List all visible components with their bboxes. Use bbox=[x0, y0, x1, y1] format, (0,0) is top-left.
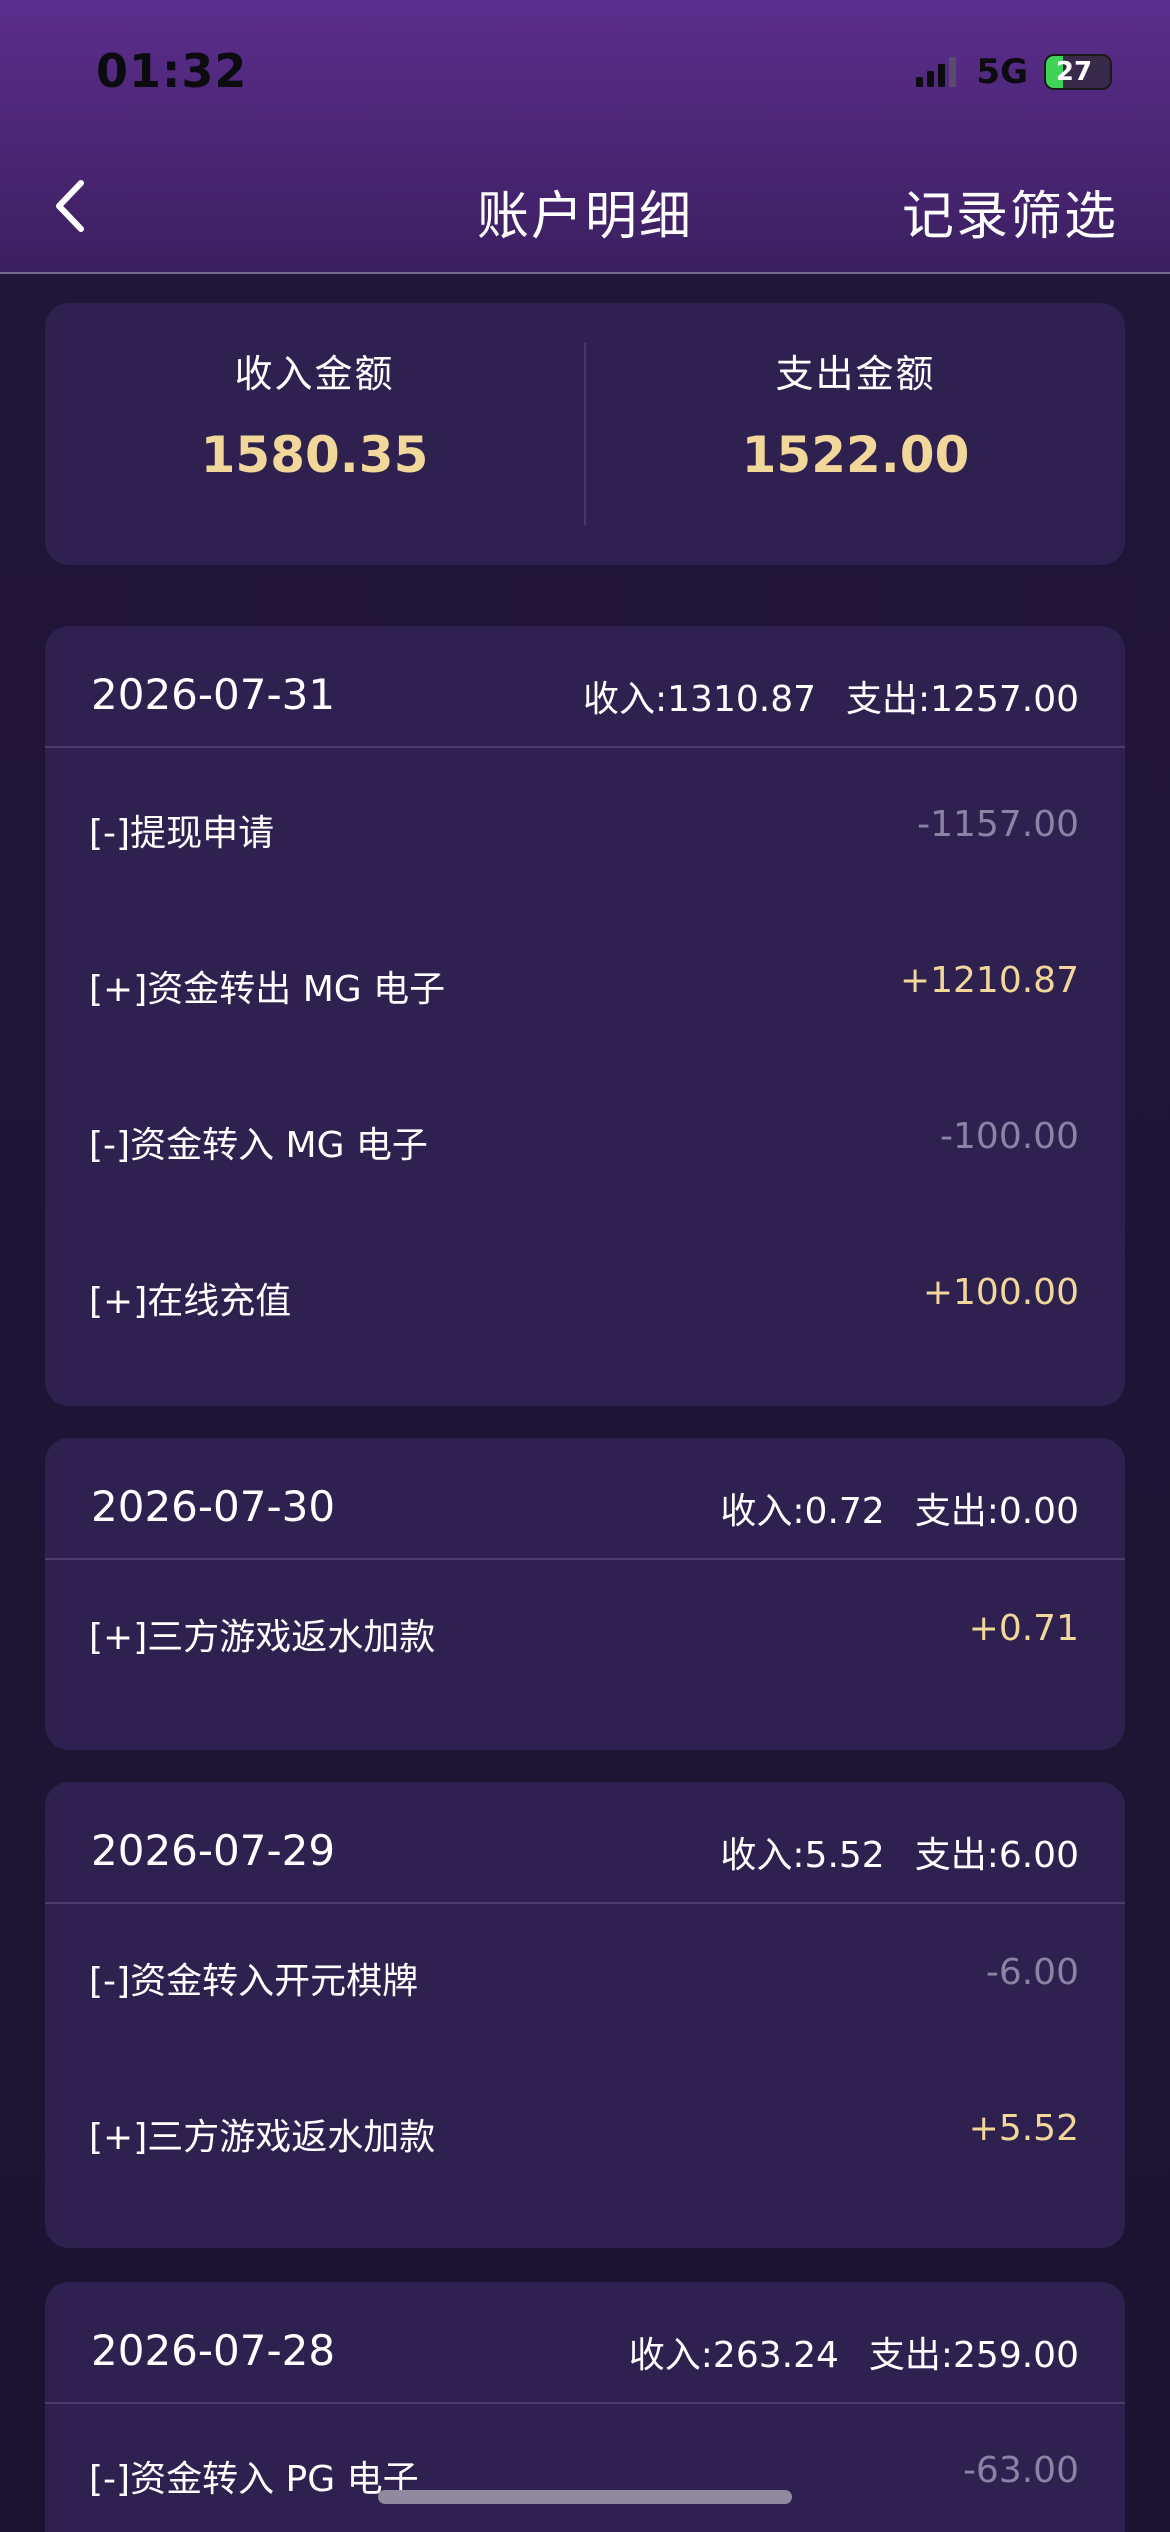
income-summary: 收入金额 1580.35 bbox=[45, 303, 584, 565]
day-totals: 收入:1310.87 支出:1257.00 bbox=[583, 670, 1079, 722]
transaction-amount: -6.00 bbox=[985, 1952, 1079, 1993]
transaction-row[interactable]: [+]三方游戏返水加款 +0.71 bbox=[45, 1560, 1125, 1716]
transaction-label: [-]资金转入 PG 电子 bbox=[89, 2459, 419, 2500]
expense-value: 1522.00 bbox=[741, 426, 970, 484]
day-date: 2026-07-28 bbox=[91, 2326, 336, 2375]
transaction-row[interactable]: [-]资金转入 PG 电子 -63.00 bbox=[45, 2404, 1125, 2532]
status-time: 01:32 bbox=[96, 44, 248, 98]
summary-card: 收入金额 1580.35 支出金额 1522.00 bbox=[45, 303, 1125, 565]
transaction-row[interactable]: [-]资金转入开元棋牌 -6.00 bbox=[45, 1904, 1125, 2060]
day-expense: 支出:0.00 bbox=[914, 1491, 1079, 1532]
transaction-amount: +100.00 bbox=[922, 1272, 1079, 1313]
day-header: 2026-07-28 收入:263.24 支出:259.00 bbox=[45, 2282, 1125, 2404]
transaction-row[interactable]: [+]资金转出 MG 电子 +1210.87 bbox=[45, 904, 1125, 1060]
transaction-amount: -63.00 bbox=[962, 2450, 1079, 2491]
day-group: 2026-07-31 收入:1310.87 支出:1257.00 [-]提现申请… bbox=[45, 626, 1125, 1406]
income-value: 1580.35 bbox=[200, 426, 429, 484]
transaction-label: [-]资金转入 MG 电子 bbox=[89, 1125, 428, 1166]
day-group: 2026-07-29 收入:5.52 支出:6.00 [-]资金转入开元棋牌 -… bbox=[45, 1782, 1125, 2248]
day-totals: 收入:263.24 支出:259.00 bbox=[629, 2326, 1079, 2378]
day-expense: 支出:6.00 bbox=[914, 1835, 1079, 1876]
home-indicator[interactable] bbox=[378, 2490, 792, 2504]
transaction-amount: +0.71 bbox=[968, 1608, 1079, 1649]
header: 01:32 5G 27 账户明细 记录筛选 bbox=[0, 0, 1170, 274]
transaction-amount: -100.00 bbox=[940, 1116, 1079, 1157]
day-totals: 收入:5.52 支出:6.00 bbox=[720, 1826, 1079, 1878]
transaction-label: [+]三方游戏返水加款 bbox=[89, 1617, 436, 1658]
day-totals: 收入:0.72 支出:0.00 bbox=[720, 1482, 1079, 1534]
day-date: 2026-07-30 bbox=[91, 1482, 336, 1531]
day-date: 2026-07-31 bbox=[91, 670, 336, 719]
day-header: 2026-07-31 收入:1310.87 支出:1257.00 bbox=[45, 626, 1125, 748]
signal-icon bbox=[916, 57, 957, 87]
transaction-row[interactable]: [-]资金转入 MG 电子 -100.00 bbox=[45, 1060, 1125, 1216]
transaction-label: [-]资金转入开元棋牌 bbox=[89, 1961, 419, 2002]
day-group: 2026-07-30 收入:0.72 支出:0.00 [+]三方游戏返水加款 +… bbox=[45, 1438, 1125, 1750]
day-income: 收入:1310.87 bbox=[583, 679, 816, 720]
transaction-amount: -1157.00 bbox=[917, 804, 1079, 845]
expense-label: 支出金额 bbox=[775, 352, 936, 396]
battery-icon: 27 bbox=[1044, 54, 1112, 90]
day-expense: 支出:259.00 bbox=[868, 2335, 1079, 2376]
day-income: 收入:5.52 bbox=[720, 1835, 885, 1876]
transaction-amount: +1210.87 bbox=[899, 960, 1079, 1001]
transaction-label: [+]在线充值 bbox=[89, 1281, 292, 1322]
transaction-label: [+]资金转出 MG 电子 bbox=[89, 969, 446, 1010]
day-date: 2026-07-29 bbox=[91, 1826, 336, 1875]
transaction-row[interactable]: [-]提现申请 -1157.00 bbox=[45, 748, 1125, 904]
transaction-row[interactable]: [+]三方游戏返水加款 +5.52 bbox=[45, 2060, 1125, 2216]
account-details-screen: 01:32 5G 27 账户明细 记录筛选 收入金额 1580.35 支出金额 … bbox=[0, 0, 1170, 2532]
transaction-row[interactable]: [+]在线充值 +100.00 bbox=[45, 1216, 1125, 1372]
battery-level-text: 27 bbox=[1055, 57, 1093, 87]
record-filter-button[interactable]: 记录筛选 bbox=[902, 174, 1118, 249]
transaction-label: [-]提现申请 bbox=[89, 813, 275, 854]
expense-summary: 支出金额 1522.00 bbox=[586, 303, 1125, 565]
network-label: 5G bbox=[976, 52, 1028, 92]
day-income: 收入:0.72 bbox=[720, 1491, 885, 1532]
status-indicators: 5G 27 bbox=[916, 52, 1112, 92]
income-label: 收入金额 bbox=[234, 352, 395, 396]
transaction-label: [+]三方游戏返水加款 bbox=[89, 2117, 436, 2158]
day-header: 2026-07-30 收入:0.72 支出:0.00 bbox=[45, 1438, 1125, 1560]
day-header: 2026-07-29 收入:5.52 支出:6.00 bbox=[45, 1782, 1125, 1904]
day-income: 收入:263.24 bbox=[628, 2335, 839, 2376]
day-expense: 支出:1257.00 bbox=[846, 679, 1079, 720]
transaction-amount: +5.52 bbox=[968, 2108, 1079, 2149]
